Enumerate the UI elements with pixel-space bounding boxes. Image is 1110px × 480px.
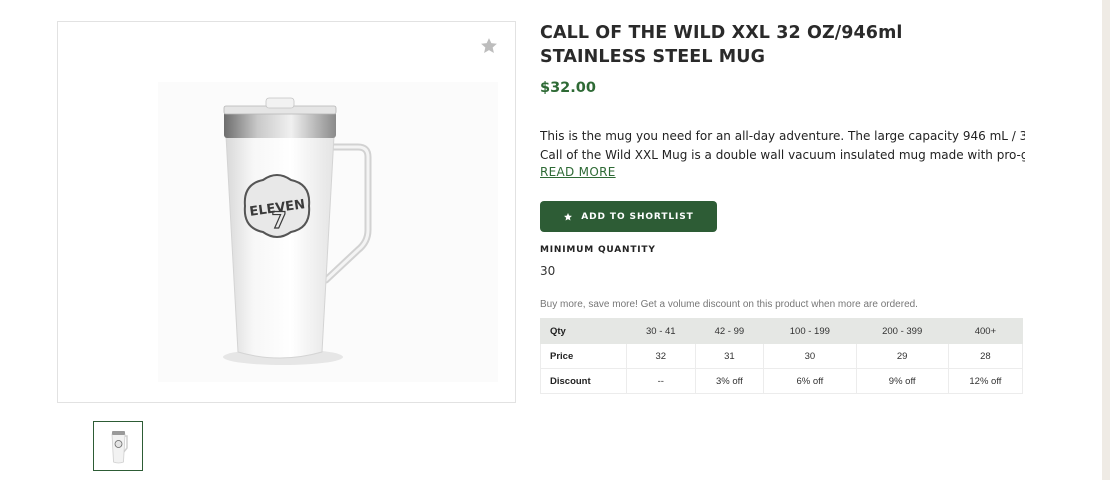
table-header-row: Qty 30 - 41 42 - 99 100 - 199 200 - 399 … bbox=[540, 318, 1024, 344]
star-icon bbox=[564, 212, 573, 220]
volume-discount-table: Qty 30 - 41 42 - 99 100 - 199 200 - 399 … bbox=[540, 318, 1024, 394]
table-cell: 29 bbox=[855, 343, 949, 369]
thumbnail-image bbox=[94, 422, 142, 470]
volume-discount-note: Buy more, save more! Get a volume discou… bbox=[540, 299, 918, 310]
minimum-quantity-value: 30 bbox=[540, 264, 556, 278]
table-cell: 28 bbox=[947, 343, 1024, 369]
table-cell: 3% off bbox=[694, 368, 765, 394]
add-to-shortlist-button[interactable]: ADD TO SHORTLIST bbox=[540, 201, 717, 232]
svg-text:7: 7 bbox=[271, 209, 286, 234]
table-header-cell: 400+ bbox=[947, 318, 1024, 344]
table-cell: Price bbox=[540, 343, 627, 369]
product-price: $32.00 bbox=[540, 80, 596, 96]
shortlist-star-icon[interactable] bbox=[479, 36, 499, 56]
description-line: This is the mug you need for an all-day … bbox=[540, 129, 1025, 143]
read-more-link[interactable]: READ MORE bbox=[540, 165, 616, 179]
table-header-cell: Qty bbox=[540, 318, 627, 344]
table-header-cell: 42 - 99 bbox=[694, 318, 765, 344]
description-line: Call of the Wild XXL Mug is a double wal… bbox=[540, 148, 1025, 162]
table-cell: 12% off bbox=[947, 368, 1024, 394]
table-header-cell: 30 - 41 bbox=[626, 318, 696, 344]
add-to-shortlist-label: ADD TO SHORTLIST bbox=[581, 211, 694, 222]
table-cell: 6% off bbox=[763, 368, 857, 394]
table-header-cell: 200 - 399 bbox=[855, 318, 949, 344]
product-title: CALL OF THE WILD XXL 32 OZ/946ml STAINLE… bbox=[540, 23, 903, 67]
page-edge-strip bbox=[1102, 0, 1110, 480]
product-image-gallery[interactable]: ELEVEN 7 bbox=[57, 21, 516, 403]
table-row-discount: Discount -- 3% off 6% off 9% off 12% off bbox=[540, 368, 1024, 394]
table-cell: 32 bbox=[626, 343, 696, 369]
product-image: ELEVEN 7 bbox=[158, 82, 498, 382]
table-cell: 30 bbox=[763, 343, 857, 369]
mug-logo: ELEVEN 7 bbox=[243, 174, 311, 238]
table-row-price: Price 32 31 30 29 28 bbox=[540, 343, 1024, 369]
product-description: This is the mug you need for an all-day … bbox=[540, 127, 1025, 165]
minimum-quantity-label: MINIMUM QUANTITY bbox=[540, 245, 656, 255]
table-cell: Discount bbox=[540, 368, 627, 394]
table-header-cell: 100 - 199 bbox=[763, 318, 857, 344]
product-thumbnail[interactable] bbox=[93, 421, 143, 471]
table-cell: -- bbox=[626, 368, 696, 394]
table-cell: 9% off bbox=[855, 368, 949, 394]
table-cell: 31 bbox=[694, 343, 765, 369]
